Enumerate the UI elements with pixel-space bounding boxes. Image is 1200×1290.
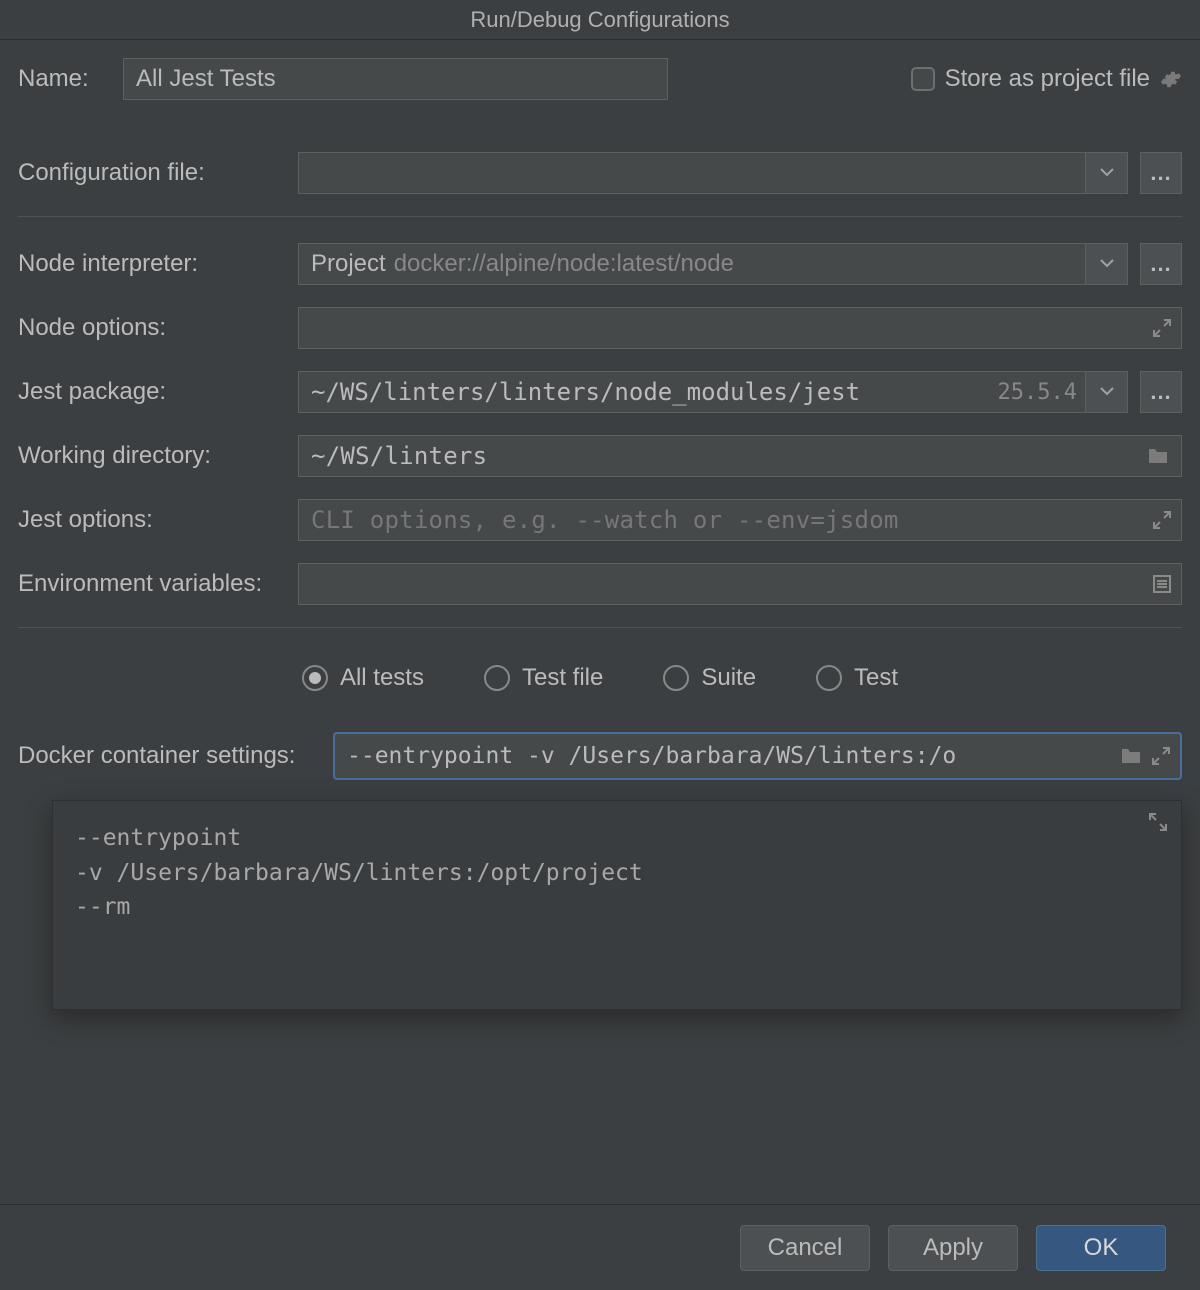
jest-package-label: Jest package: — [18, 378, 298, 406]
apply-button[interactable]: Apply — [888, 1225, 1018, 1271]
config-file-label: Configuration file: — [18, 159, 298, 187]
list-icon[interactable] — [1153, 575, 1171, 593]
folder-icon[interactable] — [1120, 747, 1142, 765]
radio-test[interactable]: Test — [816, 664, 898, 692]
docker-settings-label: Docker container settings: — [18, 742, 333, 770]
jest-options-input[interactable]: CLI options, e.g. --watch or --env=jsdom — [298, 499, 1182, 541]
cancel-button[interactable]: Cancel — [740, 1225, 870, 1271]
config-file-browse-button[interactable]: ... — [1140, 152, 1182, 194]
chevron-down-icon[interactable] — [1085, 153, 1127, 193]
collapse-icon[interactable] — [1149, 813, 1167, 831]
store-as-project-checkbox[interactable] — [911, 67, 935, 91]
node-interpreter-label: Node interpreter: — [18, 250, 298, 278]
dialog-title: Run/Debug Configurations — [0, 0, 1200, 40]
chevron-down-icon[interactable] — [1085, 244, 1127, 284]
jest-package-browse-button[interactable]: ... — [1140, 371, 1182, 413]
radio-icon — [663, 665, 689, 691]
radio-icon — [302, 665, 328, 691]
chevron-down-icon[interactable] — [1085, 372, 1127, 412]
name-input[interactable] — [123, 58, 668, 100]
test-scope-radio-group: All tests Test file Suite Test — [18, 654, 1182, 732]
node-options-label: Node options: — [18, 314, 298, 342]
node-interpreter-browse-button[interactable]: ... — [1140, 243, 1182, 285]
docker-settings-expanded[interactable]: --entrypoint -v /Users/barbara/WS/linter… — [52, 800, 1182, 1010]
expand-icon[interactable] — [1152, 747, 1170, 765]
interpreter-path: docker://alpine/node:latest/node — [394, 250, 734, 278]
gear-icon[interactable] — [1160, 68, 1182, 90]
radio-icon — [816, 665, 842, 691]
divider — [18, 216, 1182, 217]
jest-package-path: ~/WS/linters/linters/node_modules/jest — [311, 378, 860, 406]
docker-settings-input[interactable]: --entrypoint -v /Users/barbara/WS/linter… — [333, 732, 1182, 780]
env-vars-label: Environment variables: — [18, 570, 298, 598]
radio-icon — [484, 665, 510, 691]
radio-all-tests[interactable]: All tests — [302, 664, 424, 692]
folder-icon[interactable] — [1147, 447, 1169, 465]
config-file-combo[interactable] — [298, 152, 1128, 194]
working-dir-label: Working directory: — [18, 442, 298, 470]
store-as-project-label: Store as project file — [945, 65, 1150, 93]
node-options-input[interactable] — [298, 307, 1182, 349]
env-vars-input[interactable] — [298, 563, 1182, 605]
working-dir-input[interactable]: ~/WS/linters — [298, 435, 1182, 477]
jest-options-label: Jest options: — [18, 506, 298, 534]
radio-suite[interactable]: Suite — [663, 664, 756, 692]
expand-icon[interactable] — [1153, 511, 1171, 529]
jest-package-combo[interactable]: ~/WS/linters/linters/node_modules/jest 2… — [298, 371, 1128, 413]
jest-options-placeholder: CLI options, e.g. --watch or --env=jsdom — [311, 506, 899, 534]
jest-package-version: 25.5.4 — [998, 380, 1085, 405]
dialog-button-bar: Cancel Apply OK — [0, 1204, 1200, 1290]
divider — [18, 627, 1182, 628]
ok-button[interactable]: OK — [1036, 1225, 1166, 1271]
node-interpreter-combo[interactable]: Project docker://alpine/node:latest/node — [298, 243, 1128, 285]
radio-test-file[interactable]: Test file — [484, 664, 603, 692]
interpreter-prefix: Project — [311, 250, 386, 278]
name-label: Name: — [18, 65, 123, 93]
expand-icon[interactable] — [1153, 319, 1171, 337]
